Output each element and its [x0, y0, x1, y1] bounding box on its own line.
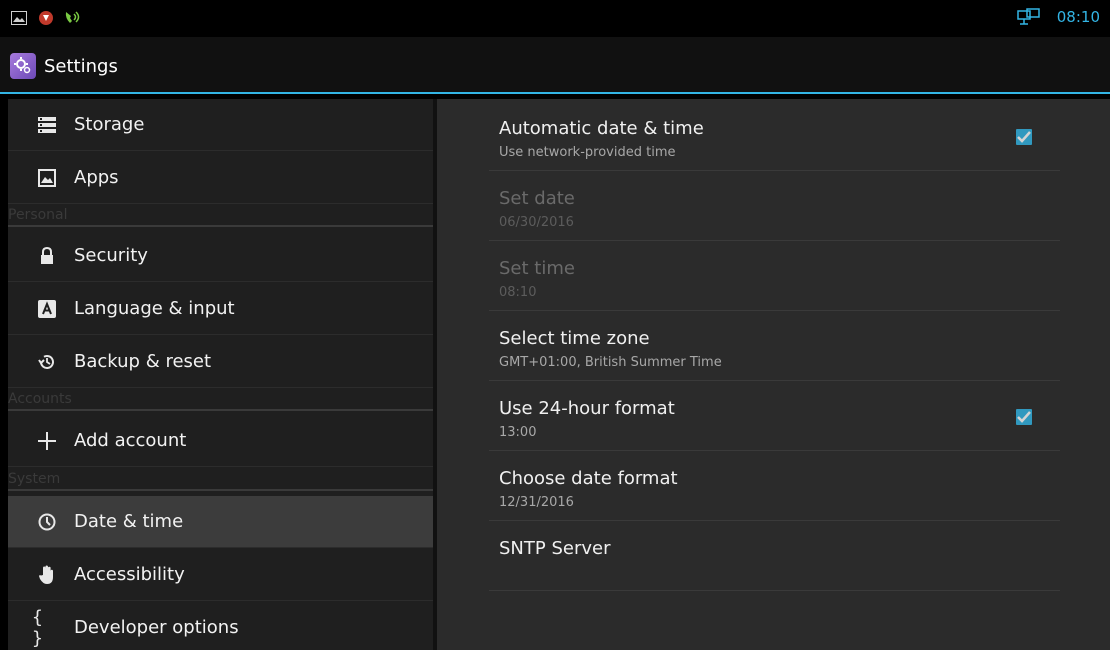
pref-title: SNTP Server — [499, 538, 611, 559]
sidebar-item-backup-reset[interactable]: Backup & reset — [8, 336, 433, 388]
checkbox-automatic-date-time[interactable] — [1016, 129, 1032, 145]
sidebar-item-date-time[interactable]: Date & time — [8, 496, 433, 548]
pref-automatic-date-time[interactable]: Automatic date & time Use network-provid… — [489, 101, 1060, 171]
action-bar: Settings — [0, 37, 1110, 94]
sidebar-item-apps[interactable]: Apps — [8, 152, 433, 204]
section-label: Accounts — [8, 391, 72, 407]
pref-summary: 12/31/2016 — [499, 495, 574, 510]
record-icon — [37, 9, 55, 27]
section-label: System — [8, 471, 61, 487]
sidebar-item-label: Accessibility — [74, 564, 185, 585]
pref-select-time-zone[interactable]: Select time zone GMT+01:00, British Summ… — [489, 311, 1060, 381]
app-title: Settings — [44, 56, 118, 77]
sidebar-item-security[interactable]: Security — [8, 230, 433, 282]
status-bar: 08:10 — [0, 0, 1110, 37]
pref-title: Select time zone — [499, 328, 650, 349]
pref-title: Automatic date & time — [499, 118, 704, 139]
apps-icon — [36, 167, 58, 189]
sidebar-item-developer-options[interactable]: { } Developer options — [8, 602, 433, 650]
section-header-personal: Personal — [8, 205, 433, 227]
pref-summary: 08:10 — [499, 285, 537, 300]
sidebar-item-label: Apps — [74, 167, 119, 188]
pref-summary: GMT+01:00, British Summer Time — [499, 355, 722, 370]
pref-sntp-server[interactable]: SNTP Server — [489, 521, 1060, 591]
sidebar-item-accessibility[interactable]: Accessibility — [8, 549, 433, 601]
section-label: Personal — [8, 207, 68, 223]
backup-icon — [36, 351, 58, 373]
sidebar-item-label: Developer options — [74, 617, 239, 638]
braces-icon: { } — [32, 606, 43, 649]
hand-icon — [36, 564, 58, 586]
clock-icon — [36, 511, 58, 533]
gallery-icon — [10, 9, 28, 27]
pref-choose-date-format[interactable]: Choose date format 12/31/2016 — [489, 451, 1060, 521]
status-bar-time: 08:10 — [1056, 8, 1100, 26]
pref-use-24-hour-format[interactable]: Use 24-hour format 13:00 — [489, 381, 1060, 451]
keyboard-icon — [36, 298, 58, 320]
pref-set-time: Set time 08:10 — [489, 241, 1060, 311]
sidebar-item-label: Storage — [74, 114, 145, 135]
pref-title: Use 24-hour format — [499, 398, 675, 419]
date-time-settings-pane: Automatic date & time Use network-provid… — [437, 99, 1110, 650]
section-header-system: System — [8, 469, 433, 491]
sidebar-item-storage[interactable]: Storage — [8, 99, 433, 151]
status-bar-right: 08:10 — [1017, 8, 1100, 26]
settings-gear-icon[interactable] — [10, 53, 36, 79]
pref-summary: Use network-provided time — [499, 145, 676, 160]
sidebar-item-language-input[interactable]: Language & input — [8, 283, 433, 335]
checkbox-use-24-hour-format[interactable] — [1016, 409, 1032, 425]
sidebar-item-label: Security — [74, 245, 148, 266]
sidebar-item-label: Date & time — [74, 511, 184, 532]
sidebar-item-label: Language & input — [74, 298, 235, 319]
call-icon — [64, 9, 82, 27]
pref-title: Set time — [499, 258, 575, 279]
sidebar-item-add-account[interactable]: Add account — [8, 415, 433, 467]
network-icon — [1017, 8, 1041, 26]
sidebar-item-label: Add account — [74, 430, 187, 451]
pref-summary: 06/30/2016 — [499, 215, 574, 230]
plus-icon — [36, 430, 58, 452]
settings-sidebar: Storage Apps Personal Security Language … — [8, 99, 433, 650]
storage-icon — [36, 114, 58, 136]
status-bar-left-icons — [10, 9, 82, 27]
pref-set-date: Set date 06/30/2016 — [489, 171, 1060, 241]
section-header-accounts: Accounts — [8, 389, 433, 411]
sidebar-item-label: Backup & reset — [74, 351, 212, 372]
lock-icon — [36, 245, 58, 267]
pref-title: Set date — [499, 188, 575, 209]
pref-summary: 13:00 — [499, 425, 537, 440]
pref-title: Choose date format — [499, 468, 678, 489]
